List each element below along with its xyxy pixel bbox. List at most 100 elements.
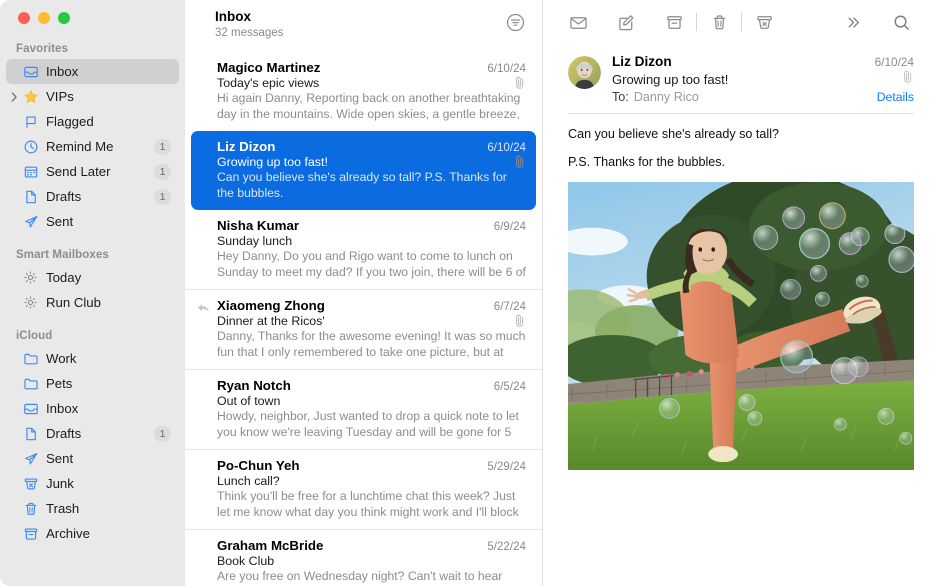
compose-button[interactable]	[609, 9, 643, 35]
sidebar-item-label: Drafts	[46, 189, 147, 204]
message-subject: Lunch call?	[217, 474, 280, 488]
message-row[interactable]: Po-Chun Yeh5/29/24Lunch call?Think you'l…	[185, 449, 542, 529]
sidebar-item-label: Send Later	[46, 164, 147, 179]
archive-box-icon	[22, 525, 39, 542]
paperclip-icon	[514, 155, 526, 169]
message-row[interactable]: Magico Martinez6/10/24Today's epic views…	[185, 52, 542, 131]
sidebar-item-junk[interactable]: Junk	[6, 471, 179, 496]
sidebar-item-inbox[interactable]: Inbox	[6, 59, 179, 84]
sidebar-section-title: iCloud	[0, 323, 185, 346]
sidebar-item-label: Work	[46, 351, 179, 366]
message-row-subject-line: Lunch call?	[217, 474, 526, 488]
archive-button[interactable]	[657, 9, 691, 35]
message-row-top: Ryan Notch6/5/24	[217, 378, 526, 393]
sidebar-item-label: Remind Me	[46, 139, 147, 154]
body-paragraph: Can you believe she's already so tall?	[568, 126, 914, 143]
message-sender: Graham McBride	[217, 538, 323, 553]
junk-button[interactable]	[747, 9, 781, 35]
message-date: 5/29/24	[487, 460, 526, 473]
inbox-tray-icon	[22, 63, 39, 80]
sidebar-item-pets[interactable]: Pets	[6, 371, 179, 396]
sidebar-mailbox-list[interactable]: FavoritesInboxVIPsFlaggedRemind Me1Send …	[0, 36, 185, 586]
message-preview: Hi again Danny, Reporting back on anothe…	[217, 91, 526, 122]
reply-arrow-icon	[197, 301, 210, 312]
window-controls	[0, 0, 185, 36]
document-icon	[22, 425, 39, 442]
chevron-right-icon[interactable]	[9, 92, 19, 102]
sidebar-item-work[interactable]: Work	[6, 346, 179, 371]
toolbar-divider	[741, 13, 742, 31]
unread-badge: 1	[154, 164, 171, 180]
close-button[interactable]	[18, 12, 30, 24]
message-row-subject-line: Growing up too fast!	[217, 155, 526, 169]
email-date: 6/10/24	[875, 55, 914, 69]
message-row[interactable]: Ryan Notch6/5/24Out of townHowdy, neighb…	[185, 369, 542, 449]
section-spacer	[0, 315, 185, 323]
minimize-button[interactable]	[38, 12, 50, 24]
message-row-top: Magico Martinez6/10/24	[217, 60, 526, 75]
message-subject: Sunday lunch	[217, 234, 292, 248]
sidebar-item-inbox[interactable]: Inbox	[6, 396, 179, 421]
email-header: Liz Dizon 6/10/24 Growing up too fast! T…	[543, 44, 932, 104]
message-date: 5/22/24	[487, 540, 526, 553]
star-icon	[22, 88, 39, 105]
paper-plane-icon	[22, 213, 39, 230]
body-paragraph: P.S. Thanks for the bubbles.	[568, 154, 914, 171]
message-row[interactable]: Nisha Kumar6/9/24Sunday lunchHey Danny, …	[185, 210, 542, 289]
sidebar-item-label: Today	[46, 270, 179, 285]
details-link[interactable]: Details	[877, 90, 914, 104]
message-row-top: Liz Dizon6/10/24	[217, 139, 526, 154]
sidebar-item-today[interactable]: Today	[6, 265, 179, 290]
delete-button[interactable]	[702, 9, 736, 35]
avatar	[568, 56, 601, 89]
message-row-subject-line: Out of town	[217, 394, 526, 408]
message-row-top: Xiaomeng Zhong6/7/24	[217, 298, 526, 313]
message-list-header: Inbox 32 messages	[185, 0, 542, 52]
paperclip-icon	[902, 70, 914, 84]
message-row-subject-line: Dinner at the Ricos'	[217, 314, 526, 328]
sidebar-item-remind-me[interactable]: Remind Me1	[6, 134, 179, 159]
message-row[interactable]: Liz Dizon6/10/24Growing up too fast!Can …	[191, 131, 536, 210]
message-row-subject-line: Sunday lunch	[217, 234, 526, 248]
message-date: 6/7/24	[494, 300, 526, 313]
sidebar-item-drafts[interactable]: Drafts1	[6, 184, 179, 209]
sidebar-item-vips[interactable]: VIPs	[6, 84, 179, 109]
flag-icon	[22, 113, 39, 130]
message-row[interactable]: Graham McBride5/22/24Book ClubAre you fr…	[185, 529, 542, 586]
sidebar-item-send-later[interactable]: Send Later 1	[6, 159, 179, 184]
gear-icon	[22, 269, 39, 286]
sidebar-item-label: Archive	[46, 526, 179, 541]
sidebar-item-archive[interactable]: Archive	[6, 521, 179, 546]
sidebar-item-label: Junk	[46, 476, 179, 491]
paperclip-icon	[514, 314, 526, 328]
calendar-icon	[22, 163, 39, 180]
filter-icon[interactable]	[504, 11, 526, 33]
to-label: To:	[612, 90, 629, 104]
more-button[interactable]	[836, 9, 870, 35]
sidebar-item-sent[interactable]: Sent	[6, 446, 179, 471]
message-row-top: Po-Chun Yeh 5/29/24	[217, 458, 526, 473]
message-row[interactable]: Xiaomeng Zhong6/7/24Dinner at the Ricos'…	[185, 289, 542, 369]
zoom-button[interactable]	[58, 12, 70, 24]
section-spacer	[0, 234, 185, 242]
search-icon[interactable]	[884, 9, 918, 35]
sidebar-item-run-club[interactable]: Run Club	[6, 290, 179, 315]
message-sender: Po-Chun Yeh	[217, 458, 300, 473]
inbox-tray-icon	[22, 400, 39, 417]
message-preview: Can you believe she's already so tall? P…	[217, 170, 526, 201]
sidebar-item-flagged[interactable]: Flagged	[6, 109, 179, 134]
sidebar-item-trash[interactable]: Trash	[6, 496, 179, 521]
junk-bin-icon	[22, 475, 39, 492]
folder-icon	[22, 350, 39, 367]
message-rows[interactable]: Magico Martinez6/10/24Today's epic views…	[185, 52, 542, 586]
sidebar-item-label: Sent	[46, 451, 179, 466]
message-subject: Growing up too fast!	[217, 155, 328, 169]
attachment-photo[interactable]	[568, 182, 914, 470]
sidebar-item-drafts[interactable]: Drafts1	[6, 421, 179, 446]
message-count: 32 messages	[215, 27, 283, 39]
sidebar-item-sent[interactable]: Sent	[6, 209, 179, 234]
message-sender: Nisha Kumar	[217, 218, 299, 233]
mark-unread-button[interactable]	[561, 9, 595, 35]
clock-icon	[22, 138, 39, 155]
paperclip-icon	[514, 76, 526, 90]
